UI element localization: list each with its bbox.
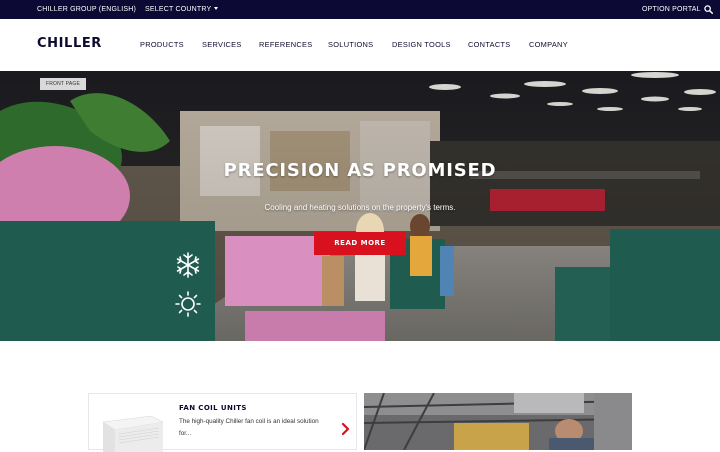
nav-contacts[interactable]: CONTACTS	[468, 40, 511, 49]
nav-company[interactable]: COMPANY	[529, 40, 568, 49]
chevron-right-icon[interactable]	[341, 423, 350, 435]
nav-solutions[interactable]: SOLUTIONS	[328, 40, 373, 49]
top-bar: CHILLER GROUP (ENGLISH) SELECT COUNTRY O…	[0, 0, 720, 19]
search-icon[interactable]	[704, 5, 713, 14]
group-language-link[interactable]: CHILLER GROUP (ENGLISH)	[37, 6, 136, 13]
fan-coil-thumbnail	[102, 415, 164, 452]
nav-services[interactable]: SERVICES	[202, 40, 242, 49]
chiller-logo[interactable]: CHILLER	[37, 36, 102, 51]
nav-design-tools[interactable]: DESIGN TOOLS	[392, 40, 451, 49]
sun-icon	[175, 291, 201, 317]
select-country-dropdown[interactable]: SELECT COUNTRY	[145, 6, 219, 13]
read-more-button[interactable]: READ MORE	[314, 232, 406, 255]
hero-subtitle: Cooling and heating solutions on the pro…	[264, 203, 456, 212]
nav-references[interactable]: REFERENCES	[259, 40, 313, 49]
product-card-fan-coil[interactable]: FAN COIL UNITS The high-quality Chiller …	[88, 393, 357, 452]
hero-title: PRECISION AS PROMISED	[223, 160, 497, 181]
installation-photo	[364, 393, 632, 450]
breadcrumb-front-page[interactable]: FRONT PAGE	[40, 78, 86, 90]
caret-down-icon	[214, 7, 219, 10]
nav-products[interactable]: PRODUCTS	[140, 40, 184, 49]
snowflake-icon	[176, 252, 200, 278]
card-title: FAN COIL UNITS	[179, 404, 247, 412]
card-description: The high-quality Chiller fan coil is an …	[179, 418, 319, 437]
option-portal-link[interactable]: OPTION PORTAL	[642, 6, 701, 13]
select-country-label: SELECT COUNTRY	[145, 6, 212, 13]
main-header: CHILLER PRODUCTS SERVICES REFERENCES SOL…	[0, 19, 720, 71]
product-card-image[interactable]	[364, 393, 632, 450]
